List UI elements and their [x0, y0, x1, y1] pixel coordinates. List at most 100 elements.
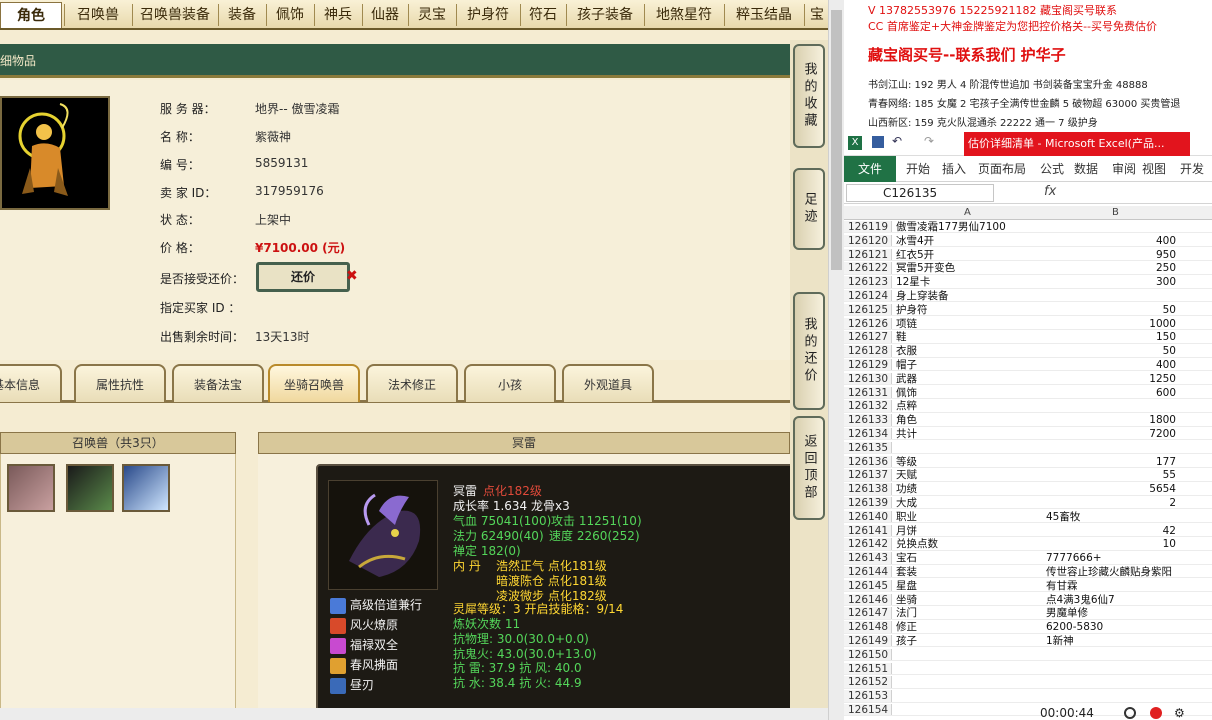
subtab[interactable]: 法术修正 [366, 364, 458, 402]
pause-icon[interactable] [1124, 707, 1136, 719]
cell-b[interactable]: 6200-5830 [1044, 621, 1180, 633]
row-number[interactable]: 126126 [844, 317, 892, 330]
subtab[interactable]: 坐骑召唤兽 [268, 364, 360, 402]
nav-tab[interactable]: 装备 [220, 2, 264, 28]
redo-icon[interactable]: ↷ [924, 134, 934, 148]
cell-a[interactable]: 衣服 [894, 345, 1044, 357]
cell-a[interactable]: 兑换点数 [894, 538, 1044, 550]
ribbon-tab[interactable]: 公式 [1040, 156, 1064, 182]
nav-tab[interactable]: 灵宝 [410, 2, 454, 28]
cell-a[interactable]: 法门 [894, 607, 1044, 619]
ribbon-tab[interactable]: 页面布局 [978, 156, 1026, 182]
cell-a[interactable]: 角色 [894, 414, 1044, 426]
cell-b[interactable]: 300 [1044, 276, 1180, 288]
cell-a[interactable]: 宝石 [894, 552, 1044, 564]
record-icon[interactable] [1150, 707, 1162, 719]
horizontal-scrollbar[interactable] [0, 708, 828, 720]
cell-b[interactable]: 950 [1044, 249, 1180, 261]
subtab[interactable]: 小孩 [464, 364, 556, 402]
cell-a[interactable]: 护身符 [894, 304, 1044, 316]
row-number[interactable]: 126139 [844, 497, 892, 509]
nav-tab[interactable]: 粹玉结晶 [726, 2, 802, 28]
save-icon[interactable] [872, 136, 884, 148]
cell-b[interactable]: 1000 [1044, 318, 1180, 330]
nav-tab[interactable]: 仙器 [364, 2, 406, 28]
cell-b[interactable]: 55 [1044, 469, 1180, 481]
row-number[interactable]: 126149 [844, 635, 892, 647]
cell-b[interactable]: 250 [1044, 262, 1180, 274]
column-a-header[interactable]: A [964, 206, 971, 220]
fx-icon[interactable]: fx [1044, 184, 1056, 199]
cell-a[interactable]: 帽子 [894, 359, 1044, 371]
nav-tab[interactable]: 地煞星符 [646, 2, 722, 28]
cell-a[interactable]: 月饼 [894, 525, 1044, 537]
row-number[interactable]: 126148 [844, 621, 892, 633]
cell-b[interactable]: 5654 [1044, 483, 1180, 495]
row-number[interactable]: 126131 [844, 386, 892, 399]
cell-a[interactable]: 身上穿装备 [894, 290, 1044, 302]
subtab[interactable]: 属性抗性 [74, 364, 166, 402]
cell-a[interactable]: 套装 [894, 566, 1044, 578]
cell-b[interactable]: 男魔单修 [1044, 607, 1180, 619]
row-number[interactable]: 126137 [844, 469, 892, 481]
nav-tab[interactable]: 召唤兽装备 [134, 2, 216, 28]
vertical-scrollbar[interactable] [828, 0, 844, 720]
row-number[interactable]: 126145 [844, 579, 892, 592]
side-button[interactable]: 返回顶部 [793, 416, 825, 520]
row-number[interactable]: 126128 [844, 345, 892, 357]
subtab[interactable]: 外观道具 [562, 364, 654, 402]
row-number[interactable]: 126127 [844, 331, 892, 343]
cell-a[interactable]: 孩子 [894, 635, 1044, 647]
counter-offer-button[interactable]: 还价 [256, 262, 350, 292]
cell-a[interactable]: 傲雪凌霜177男仙7100 [894, 221, 1044, 233]
nav-tab[interactable]: 宝 [806, 2, 828, 28]
nav-tab[interactable]: 角色 [0, 2, 62, 28]
cell-b[interactable]: 42 [1044, 525, 1180, 537]
cell-a[interactable]: 红衣5开 [894, 249, 1044, 261]
pet-thumb-3[interactable] [122, 464, 170, 512]
side-button[interactable]: 我的收藏 [793, 44, 825, 148]
cell-a[interactable]: 坐骑 [894, 594, 1044, 606]
undo-icon[interactable]: ↶ [892, 134, 902, 148]
row-number[interactable]: 126129 [844, 359, 892, 371]
cell-b[interactable]: 有甘霖 [1044, 580, 1180, 592]
row-number[interactable]: 126120 [844, 234, 892, 247]
cell-b[interactable]: 10 [1044, 538, 1180, 550]
row-number[interactable]: 126119 [844, 221, 892, 233]
name-box[interactable]: C126135 [846, 184, 994, 202]
scroll-thumb[interactable] [831, 10, 842, 270]
row-number[interactable]: 126142 [844, 538, 892, 550]
ribbon-tab[interactable]: 数据 [1074, 156, 1098, 182]
row-number[interactable]: 126150 [844, 648, 892, 661]
cell-a[interactable]: 鞋 [894, 331, 1044, 343]
row-number[interactable]: 126135 [844, 441, 892, 454]
nav-tab[interactable]: 符石 [522, 2, 564, 28]
nav-tab[interactable]: 佩饰 [268, 2, 312, 28]
row-number[interactable]: 126124 [844, 290, 892, 302]
cell-b[interactable]: 400 [1044, 235, 1180, 247]
ribbon-tab[interactable]: 视图 [1142, 156, 1166, 182]
tab-file[interactable]: 文件 [844, 156, 896, 182]
nav-tab[interactable]: 召唤兽 [66, 2, 130, 28]
cell-a[interactable]: 12星卡 [894, 276, 1044, 288]
nav-tab[interactable]: 孩子装备 [568, 2, 642, 28]
cell-b[interactable]: 7777666+ [1044, 552, 1180, 564]
cell-b[interactable]: 600 [1044, 387, 1180, 399]
cell-a[interactable]: 冥雷5开变色 [894, 262, 1044, 274]
row-number[interactable]: 126125 [844, 303, 892, 316]
row-number[interactable]: 126143 [844, 552, 892, 564]
row-number[interactable]: 126152 [844, 676, 892, 688]
cell-a[interactable]: 星盘 [894, 580, 1044, 592]
row-number[interactable]: 126138 [844, 483, 892, 495]
row-number[interactable]: 126154 [844, 704, 892, 716]
row-number[interactable]: 126130 [844, 372, 892, 385]
cell-b[interactable]: 传世容止珍藏火麟贴身紫阳 [1044, 566, 1180, 578]
subtab[interactable]: 装备法宝 [172, 364, 264, 402]
row-number[interactable]: 126133 [844, 414, 892, 426]
cell-b[interactable]: 150 [1044, 331, 1180, 343]
row-number[interactable]: 126141 [844, 524, 892, 537]
side-button[interactable]: 我的还价 [793, 292, 825, 410]
cell-b[interactable]: 50 [1044, 304, 1180, 316]
row-number[interactable]: 126136 [844, 455, 892, 468]
ribbon-tab[interactable]: 开始 [906, 156, 930, 182]
